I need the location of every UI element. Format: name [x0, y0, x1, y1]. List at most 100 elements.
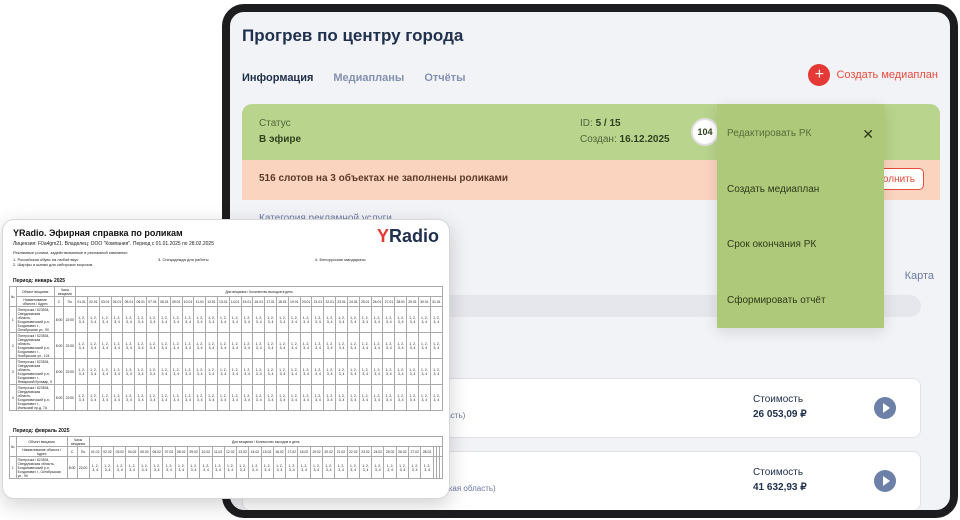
day-header: 02.02 — [100, 446, 115, 457]
day-header: 04.01 — [110, 296, 124, 307]
tab-info[interactable]: Информация — [242, 72, 313, 84]
day-header: 28.01 — [394, 296, 408, 307]
day-cell: 1, 2, 3, 4 — [235, 456, 250, 479]
day-cell: 1, 2, 3, 4 — [297, 456, 311, 479]
day-cell: 1, 2, 3, 4 — [240, 306, 254, 333]
day-header: 05.02 — [137, 446, 152, 457]
day-cell: 1, 2, 3, 4 — [88, 456, 102, 479]
day-cell: 1, 2, 3, 4 — [394, 358, 408, 385]
day-cell: 1, 2, 3, 4 — [205, 306, 218, 333]
created-date: Создан: 16.12.2025 — [580, 134, 670, 145]
day-header: 26.02 — [395, 446, 410, 457]
day-header: 08.02 — [174, 446, 188, 457]
close-icon[interactable]: ✕ — [862, 126, 874, 143]
table-row: 2 Пятерочка / 623534, Свердловская област… — [9, 332, 444, 359]
col-name-address: Наименование объекта / Адрес — [15, 296, 55, 307]
day-cell: 1, 2, 3, 4 — [252, 358, 266, 385]
day-header: 20.02 — [321, 446, 336, 457]
day-cell: 1, 2, 3, 4 — [169, 332, 183, 359]
row-from: 8:00 — [53, 384, 65, 411]
day-cell: 1, 2, 3, 4 — [228, 306, 242, 333]
create-media-plan-label: Создать медиаплан — [836, 69, 938, 81]
tab-map[interactable]: Карта — [905, 270, 934, 282]
row-number: 1 — [9, 456, 17, 479]
day-cell: 1, 2, 3, 4 — [193, 332, 207, 359]
row-address: Пятерочка / 623534, Свердловская область… — [15, 456, 68, 479]
row-to: 22:00 — [63, 384, 77, 411]
col-name-address: Наименование объекта / Адрес — [15, 446, 68, 457]
day-cell: 1, 2, 3, 4 — [417, 306, 431, 333]
broadcast-report-document: YRadio. Эфирная справка по роликам YRadi… — [2, 219, 450, 499]
day-header: 03.02 — [113, 446, 127, 457]
day-header: 25.01 — [358, 296, 372, 307]
day-cell: 1, 2, 3, 4 — [346, 306, 360, 333]
day-cell: 1, 2, 3, 4 — [299, 358, 313, 385]
day-cell: 1, 2, 3, 4 — [370, 384, 384, 411]
day-cell: 1, 2, 3, 4 — [429, 358, 444, 385]
day-cell: 1, 2, 3, 4 — [346, 358, 360, 385]
day-header: 31.01 — [429, 296, 444, 307]
day-header: 28.02 — [420, 446, 434, 457]
day-header: 11.01 — [193, 296, 207, 307]
day-cell: 1, 2, 3, 4 — [146, 306, 159, 333]
day-cell: 1, 2, 3, 4 — [134, 306, 148, 333]
col-hours: Часы вещания — [53, 286, 77, 297]
day-cell: 1, 2, 3, 4 — [216, 332, 230, 359]
day-cell: 1, 2, 3, 4 — [75, 332, 88, 359]
day-cell: 1, 2, 3, 4 — [122, 306, 136, 333]
day-cell: 1, 2, 3, 4 — [228, 358, 242, 385]
day-cell: 1, 2, 3, 4 — [75, 384, 88, 411]
create-media-plan-button[interactable]: + Создать медиаплан — [808, 64, 938, 86]
day-header: 21.02 — [334, 446, 348, 457]
day-cell: 1, 2, 3, 4 — [417, 358, 431, 385]
menu-item-end-date[interactable]: Срок окончания РК — [727, 239, 816, 250]
item-cost: 26 053,09 ₽ — [753, 409, 807, 420]
menu-item-report[interactable]: Сформировать отчёт — [727, 295, 826, 306]
created-value: 16.12.2025 — [619, 134, 670, 145]
day-cell: 1, 2, 3, 4 — [358, 358, 372, 385]
day-cell: 1, 2, 3, 4 — [287, 384, 301, 411]
day-cell: 1, 2, 3, 4 — [276, 332, 289, 359]
day-header: 27.01 — [382, 296, 396, 307]
play-button[interactable] — [874, 470, 896, 492]
tab-media-plans[interactable]: Медиапланы — [333, 72, 404, 84]
day-header: 12.01 — [205, 296, 218, 307]
campaign-id: ID: 5 / 15 — [580, 118, 621, 129]
menu-item-create-media-plan[interactable]: Создать медиаплан — [727, 184, 819, 195]
day-cell: 1, 2, 3, 4 — [371, 456, 385, 479]
day-header: 18.01 — [276, 296, 289, 307]
day-cell: 1, 2, 3, 4 — [429, 306, 444, 333]
day-header: 20.01 — [299, 296, 313, 307]
day-cell: 1, 2, 3, 4 — [122, 384, 136, 411]
day-cell: 1, 2, 3, 4 — [252, 306, 266, 333]
day-cell: 1, 2, 3, 4 — [100, 456, 115, 479]
row-to: 22:00 — [63, 332, 77, 359]
row-address: Пятерочка / 623534, Свердловская область… — [15, 384, 55, 411]
day-header: 11.02 — [211, 446, 225, 457]
day-header: 22.02 — [346, 446, 360, 457]
period-title: Период: январь 2025 — [13, 278, 66, 284]
day-cell: 1, 2, 3, 4 — [417, 384, 431, 411]
day-cell: 1, 2, 3, 4 — [181, 358, 195, 385]
day-header: 14.02 — [248, 446, 262, 457]
day-cell: 1, 2, 3, 4 — [122, 358, 136, 385]
day-cell: 1, 2, 3, 4 — [394, 306, 408, 333]
day-header: 14.01 — [228, 296, 242, 307]
day-cell: 1, 2, 3, 4 — [287, 332, 301, 359]
warning-text: 516 слотов на 3 объектах не заполнены ро… — [259, 173, 509, 184]
play-button[interactable] — [874, 397, 896, 419]
day-cell: 1, 2, 3, 4 — [146, 358, 159, 385]
day-cell: 1, 2, 3, 4 — [125, 456, 139, 479]
day-cell: 1, 2, 3, 4 — [193, 358, 207, 385]
tab-reports[interactable]: Отчёты — [424, 72, 465, 84]
day-header: 08.01 — [157, 296, 171, 307]
menu-title-edit[interactable]: Редактировать РК — [727, 128, 811, 139]
day-header: 09.01 — [169, 296, 183, 307]
day-cell: 1, 2, 3, 4 — [394, 384, 408, 411]
doc-category: 3. Спецодежда для работы — [158, 257, 209, 262]
day-cell: 1, 2, 3, 4 — [382, 306, 396, 333]
day-cell: 1, 2, 3, 4 — [216, 358, 230, 385]
day-cell: 1, 2, 3, 4 — [346, 456, 360, 479]
day-header: 19.02 — [309, 446, 324, 457]
day-cell: 1, 2, 3, 4 — [137, 456, 152, 479]
